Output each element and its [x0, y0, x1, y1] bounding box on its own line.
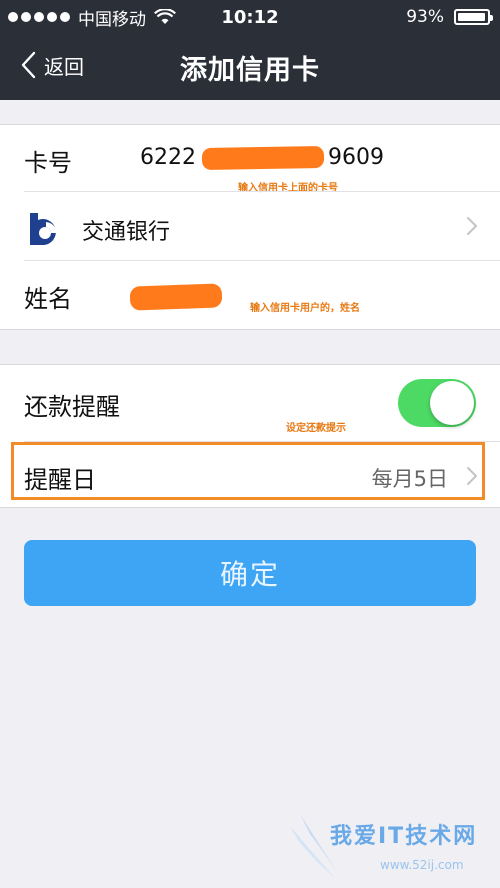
card-number-start: 6222 [140, 145, 196, 170]
bank-logo-icon [30, 213, 57, 245]
repayment-reminder-toggle[interactable] [398, 379, 476, 427]
name-row[interactable]: 姓名 输入信用卡用户的，姓名 [0, 261, 500, 329]
redaction-mark [129, 283, 223, 311]
card-number-label: 卡号 [24, 149, 72, 177]
highlight-box [11, 442, 485, 500]
name-label: 姓名 [24, 285, 72, 313]
card-number-end: 9609 [328, 145, 384, 170]
nav-bar: 返回 添加信用卡 [0, 34, 500, 100]
chevron-right-icon [467, 217, 477, 235]
card-info-group: 卡号 6222 9609 输入信用卡上面的卡号 交通银行 姓名 输入信用卡用户的… [0, 124, 500, 330]
redaction-mark [201, 145, 325, 171]
repayment-reminder-row: 还款提醒 设定还款提示 [0, 365, 500, 441]
watermark-text: 我爱IT技术网 [330, 824, 478, 849]
status-bar: 中国移动 10:12 93% [0, 0, 500, 34]
battery-percentage: 93% [406, 7, 444, 27]
bank-name: 交通银行 [82, 220, 171, 245]
reminder-annotation: 设定还款提示 [286, 423, 346, 434]
battery-icon [454, 9, 493, 25]
repayment-reminder-label: 还款提醒 [24, 393, 120, 421]
name-annotation: 输入信用卡用户的，姓名 [250, 303, 360, 314]
bank-row[interactable]: 交通银行 [0, 192, 500, 260]
toggle-knob [430, 381, 474, 425]
watermark-url: www.52ij.com [380, 858, 464, 872]
card-number-row[interactable]: 卡号 6222 9609 输入信用卡上面的卡号 [0, 125, 500, 194]
page-title: 添加信用卡 [180, 55, 320, 86]
confirm-button[interactable]: 确定 [24, 540, 476, 606]
